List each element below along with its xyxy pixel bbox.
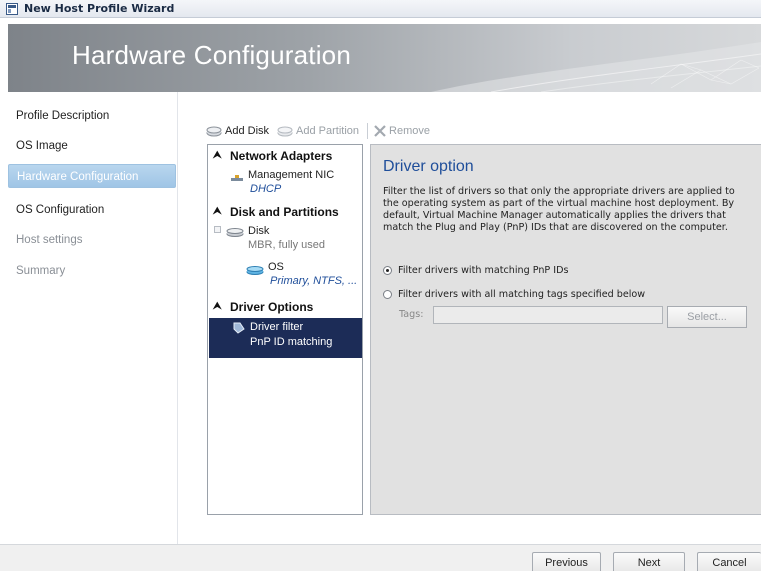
wizard-window-icon xyxy=(6,2,18,15)
toolbar-separator xyxy=(367,123,369,139)
partition-detail: Primary, NTFS, ... xyxy=(270,275,358,287)
radio-button-unchecked[interactable] xyxy=(383,290,392,299)
hardware-toolbar: Add Disk Add Partition Remove xyxy=(206,122,761,140)
wizard-banner: Hardware Configuration xyxy=(8,24,761,92)
banner-decoration xyxy=(431,42,761,92)
nic-name: Management NIC xyxy=(248,169,335,181)
group-label: Network Adapters xyxy=(230,149,333,163)
radio-button-checked[interactable] xyxy=(383,266,392,275)
driver-option-panel: Driver option Filter the list of drivers… xyxy=(370,144,761,515)
network-adapter-icon xyxy=(231,175,243,181)
nav-step-os-configuration[interactable]: OS Configuration xyxy=(8,198,178,222)
partition-name: OS xyxy=(268,261,284,273)
disk-name: Disk xyxy=(248,225,270,237)
add-disk-button[interactable]: Add Disk xyxy=(206,122,277,140)
tree-group-network-adapters[interactable]: ⮝ Network Adapters xyxy=(208,147,362,165)
driver-filter-name: Driver filter xyxy=(250,321,304,333)
tags-field[interactable] xyxy=(433,306,663,324)
tree-group-driver-options[interactable]: ⮝ Driver Options xyxy=(208,298,362,316)
disk-detail: MBR, fully used xyxy=(248,239,326,251)
window-titlebar: New Host Profile Wizard xyxy=(0,0,761,18)
next-button[interactable]: Next xyxy=(613,552,685,571)
nav-step-hardware-configuration[interactable]: Hardware Configuration xyxy=(8,164,176,188)
driver-icon xyxy=(233,322,245,334)
wizard-steps-nav: Profile Description OS Image Hardware Co… xyxy=(8,92,178,544)
group-label: Disk and Partitions xyxy=(230,205,339,219)
page-heading: Hardware Configuration xyxy=(72,40,351,70)
previous-button[interactable]: Previous xyxy=(532,552,601,571)
tree-item-partition-os[interactable]: OS Primary, NTFS, ... xyxy=(208,259,362,291)
cancel-button[interactable]: Cancel xyxy=(697,552,761,571)
nav-step-host-settings[interactable]: Host settings xyxy=(8,228,178,252)
remove-button[interactable]: Remove xyxy=(374,122,438,140)
tags-label: Tags: xyxy=(399,309,424,320)
radio-option-tags[interactable]: Filter drivers with all matching tags sp… xyxy=(383,289,645,300)
add-partition-label: Add Partition xyxy=(296,125,360,137)
select-tags-button[interactable]: Select... xyxy=(667,306,747,328)
remove-label: Remove xyxy=(389,125,430,137)
group-label: Driver Options xyxy=(230,300,314,314)
tree-item-disk[interactable]: Disk MBR, fully used xyxy=(208,223,362,255)
partition-icon xyxy=(246,266,264,275)
collapse-chevron-icon: ⮝ xyxy=(213,150,222,161)
collapse-chevron-icon: ⮝ xyxy=(213,301,222,312)
disk-icon xyxy=(226,228,244,237)
tree-group-disk-partitions[interactable]: ⮝ Disk and Partitions xyxy=(208,203,362,221)
driver-filter-detail: PnP ID matching xyxy=(250,336,333,348)
add-disk-label: Add Disk xyxy=(225,125,270,137)
expand-box-icon xyxy=(214,226,221,233)
nic-detail: DHCP xyxy=(250,183,282,195)
panel-description: Filter the list of drivers so that only … xyxy=(383,186,735,233)
tree-item-management-nic[interactable]: Management NIC DHCP xyxy=(208,167,362,199)
tree-item-driver-filter[interactable]: Driver filter PnP ID matching xyxy=(208,318,362,358)
panel-title: Driver option xyxy=(383,158,474,175)
radio-label-tags: Filter drivers with all matching tags sp… xyxy=(398,289,646,300)
window-title: New Host Profile Wizard xyxy=(24,2,175,15)
radio-option-pnp[interactable]: Filter drivers with matching PnP IDs xyxy=(383,265,568,276)
add-partition-icon xyxy=(277,126,293,137)
nav-step-profile-description[interactable]: Profile Description xyxy=(8,104,178,128)
add-partition-button[interactable]: Add Partition xyxy=(277,122,367,140)
add-disk-icon xyxy=(206,126,222,137)
remove-x-icon xyxy=(374,125,386,137)
nav-step-os-image[interactable]: OS Image xyxy=(8,134,178,158)
nav-step-summary[interactable]: Summary xyxy=(8,259,178,283)
hardware-tree: ⮝ Network Adapters Management NIC DHCP ⮝… xyxy=(207,144,363,515)
collapse-chevron-icon: ⮝ xyxy=(213,206,222,217)
radio-label-pnp: Filter drivers with matching PnP IDs xyxy=(398,265,569,276)
